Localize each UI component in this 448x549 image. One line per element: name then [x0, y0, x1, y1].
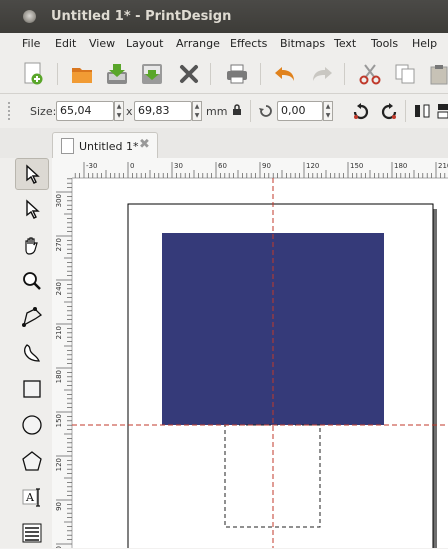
ruler-label: 150 — [350, 162, 363, 170]
save-icon[interactable] — [104, 61, 130, 87]
window-title: Untitled 1* - PrintDesign — [51, 9, 232, 24]
menu-arrange[interactable]: Arrange — [176, 37, 220, 50]
ruler-label: 0 — [130, 162, 134, 170]
ruler-label: 120 — [55, 458, 63, 471]
node-tool-icon[interactable] — [15, 193, 49, 225]
document-tab-bar: Untitled 1* ✖ — [0, 128, 448, 158]
width-spinner[interactable]: ▲ ▼ — [114, 101, 124, 121]
main-toolbar — [0, 55, 448, 94]
canvas-svg: -30 0 30 60 90 120 150 180 210 300 270 240 210 180 15… — [52, 158, 448, 548]
cut-icon[interactable] — [357, 61, 383, 87]
lock-ratio-icon[interactable] — [232, 104, 242, 119]
menu-file[interactable]: File — [22, 37, 40, 50]
ruler-label: 120 — [306, 162, 319, 170]
grip-handle[interactable] — [8, 102, 13, 120]
ruler-label: 90 — [262, 162, 271, 170]
rotate-right-icon[interactable] — [380, 103, 398, 124]
rotation-field[interactable]: 0,00 — [277, 101, 323, 121]
ruler-label: 210 — [438, 162, 448, 170]
polyline-tool-icon[interactable] — [15, 301, 49, 333]
width-field[interactable]: 65,04 — [56, 101, 114, 121]
menu-bitmaps[interactable]: Bitmaps — [280, 37, 325, 50]
ruler-label: 210 — [55, 326, 63, 339]
drawing-canvas[interactable]: -30 0 30 60 90 120 150 180 210 300 270 240 210 180 15… — [52, 158, 448, 548]
hand-tool-icon[interactable] — [15, 229, 49, 261]
rectangle-tool-icon[interactable] — [15, 373, 49, 405]
text-tool-icon[interactable]: A — [15, 481, 49, 513]
ruler-label: 60 — [218, 162, 227, 170]
mirror-vertical-icon[interactable] — [437, 103, 448, 122]
tab-label: Untitled 1* — [79, 140, 139, 153]
polygon-tool-icon[interactable] — [15, 445, 49, 477]
toolbox: A — [0, 158, 53, 548]
mirror-horizontal-icon[interactable] — [414, 103, 430, 122]
zoom-tool-icon[interactable] — [15, 265, 49, 297]
menu-edit[interactable]: Edit — [55, 37, 76, 50]
selector-tool-icon[interactable] — [15, 158, 49, 190]
property-bar: Size: 65,04 ▲ ▼ x 69,83 ▲ ▼ mm 0,00 ▲ ▼ — [0, 94, 448, 129]
rotation-spinner[interactable]: ▲ ▼ — [323, 101, 333, 121]
ruler-label: 30 — [174, 162, 183, 170]
save-as-icon[interactable] — [139, 61, 165, 87]
tab-untitled-1[interactable]: Untitled 1* ✖ — [52, 132, 158, 158]
menu-bar: File Edit View Layout Arrange Effects Bi… — [0, 33, 448, 55]
menu-effects[interactable]: Effects — [230, 37, 267, 50]
height-field[interactable]: 69,83 — [134, 101, 192, 121]
ruler-label: 270 — [55, 238, 63, 251]
ruler-label: 240 — [55, 282, 63, 295]
menu-layout[interactable]: Layout — [126, 37, 163, 50]
ruler-label: 90 — [55, 502, 63, 511]
title-bar: Untitled 1* - PrintDesign — [0, 0, 448, 33]
unit-label: mm — [206, 105, 228, 118]
undo-icon[interactable] — [272, 61, 298, 87]
x-separator: x — [126, 105, 133, 118]
bezier-tool-icon[interactable] — [15, 337, 49, 369]
vertical-ruler: 3002702402101801501209060 — [52, 158, 73, 548]
tab-close-icon[interactable]: ✖ — [139, 137, 150, 152]
ruler-label: -30 — [86, 162, 97, 170]
menu-view[interactable]: View — [89, 37, 115, 50]
copy-icon[interactable] — [392, 61, 418, 87]
ruler-label: 180 — [55, 370, 63, 383]
svg-text:A: A — [25, 491, 35, 504]
rotate-icon — [258, 104, 274, 121]
size-label: Size: — [30, 105, 57, 118]
menu-tools[interactable]: Tools — [371, 37, 398, 50]
horizontal-ruler: -30 0 30 60 90 120 150 180 210 — [52, 158, 448, 179]
ruler-label: 180 — [394, 162, 407, 170]
document-icon — [61, 138, 74, 154]
new-document-icon[interactable] — [20, 61, 46, 87]
redo-icon[interactable] — [309, 61, 335, 87]
rotate-left-icon[interactable] — [352, 103, 370, 124]
ellipse-tool-icon[interactable] — [15, 409, 49, 441]
ruler-label: 150 — [55, 414, 63, 427]
height-spinner[interactable]: ▲ ▼ — [192, 101, 202, 121]
window-close-button[interactable] — [23, 10, 36, 23]
ruler-label: 300 — [55, 194, 63, 207]
palette-tool-icon[interactable] — [15, 517, 49, 549]
menu-text[interactable]: Text — [334, 37, 356, 50]
open-folder-icon[interactable] — [69, 61, 95, 87]
menu-help[interactable]: Help — [412, 37, 437, 50]
print-icon[interactable] — [224, 61, 250, 87]
close-icon[interactable] — [176, 61, 202, 87]
paste-icon[interactable] — [427, 61, 448, 87]
